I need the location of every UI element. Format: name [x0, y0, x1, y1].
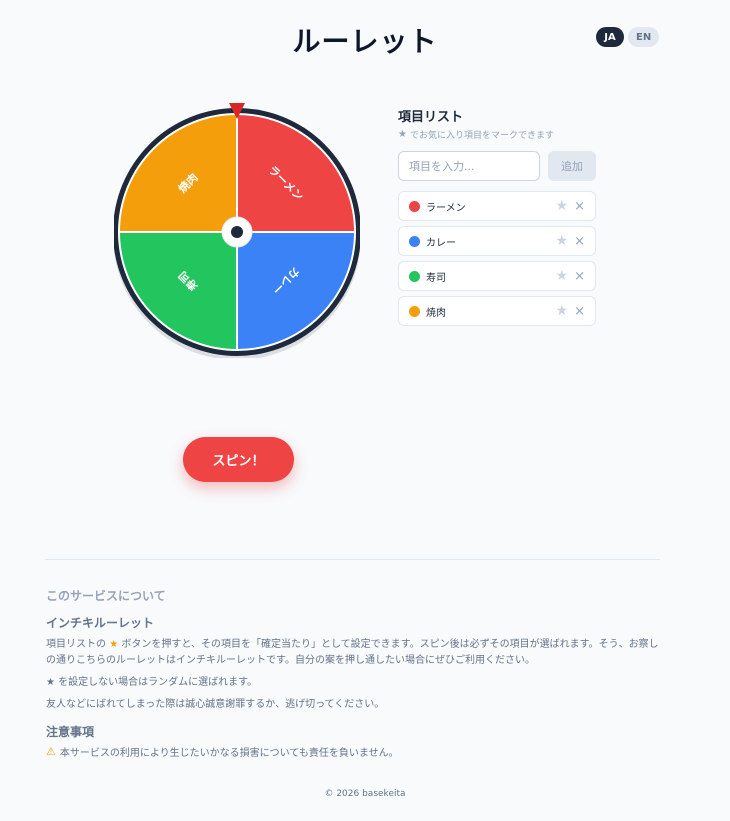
wheel-hub-center: [231, 226, 243, 238]
warning-icon: ⚠: [46, 745, 56, 758]
wheel-segment: [117, 112, 238, 233]
roulette-wheel[interactable]: ラーメン カレー 寿司 焼肉: [114, 102, 360, 358]
favorite-star-icon[interactable]: ★: [556, 233, 569, 249]
items-panel: 項目リスト ★ でお気に入り項目をマークできます 追加 ラーメン★×カレー★×寿…: [398, 106, 598, 326]
about-section: このサービスについて インチキルーレット 項目リストの ★ ボタンを押すと、その…: [46, 587, 666, 759]
notice-heading: 注意事項: [46, 725, 95, 739]
item-row[interactable]: 寿司 ★ ×: [398, 261, 596, 291]
item-color-dot: [409, 305, 420, 317]
star-icon: ★: [46, 677, 55, 688]
item-list: ラーメン ★ × カレー ★ × 寿司 ★ × 焼肉 ★ ×: [398, 191, 598, 326]
item-input[interactable]: [398, 151, 540, 181]
star-icon: ★: [109, 639, 119, 650]
item-color-dot: [409, 235, 420, 247]
remove-item-icon[interactable]: ×: [574, 304, 585, 319]
about-paragraph-1: 項目リストの ★ ボタンを押すと、その項目を「確定当たり」として設定できます。ス…: [46, 637, 666, 669]
favorite-star-icon[interactable]: ★: [556, 303, 569, 319]
wheel-segment: [236, 231, 357, 352]
notice-text-content: 本サービスの利用により生じたいかなる損害についても責任を負いません。: [59, 748, 399, 759]
about-p1-prefix: 項目リストの: [46, 639, 106, 650]
items-hint: ★ でお気に入り項目をマークできます: [398, 128, 598, 141]
remove-item-icon[interactable]: ×: [574, 199, 585, 214]
footer-copyright: © 2026 basekeita: [324, 789, 406, 799]
star-icon: ★: [398, 129, 407, 140]
about-p2-rest: を設定しない場合はランダムに選ばれます。: [58, 677, 258, 688]
item-row[interactable]: 焼肉 ★ ×: [398, 296, 596, 326]
spin-button[interactable]: スピン！: [183, 437, 294, 482]
remove-item-icon[interactable]: ×: [574, 234, 585, 249]
divider: [45, 559, 660, 560]
remove-item-icon[interactable]: ×: [574, 269, 585, 284]
item-color-dot: [409, 270, 420, 282]
item-label: カレー: [426, 237, 456, 249]
favorite-star-icon[interactable]: ★: [556, 268, 569, 284]
item-color-dot: [409, 200, 420, 212]
wheel-segment: [236, 112, 357, 233]
notice-text: ⚠ 本サービスの利用により生じたいかなる損害についても責任を負いません。: [46, 744, 666, 759]
add-item-row: 追加: [398, 151, 598, 181]
lang-en-button[interactable]: EN: [628, 27, 660, 47]
item-row[interactable]: カレー ★ ×: [398, 226, 596, 256]
about-paragraph-2: ★ を設定しない場合はランダムに選ばれます。: [46, 675, 666, 691]
items-hint-text: でお気に入り項目をマークできます: [409, 131, 554, 141]
item-label: 焼肉: [426, 307, 446, 319]
wheel-segment: [117, 231, 238, 352]
item-row[interactable]: ラーメン ★ ×: [398, 191, 596, 221]
about-paragraph-3: 友人などにばれてしまった際は誠心誠意謝罪するか、逃げ切ってください。: [46, 699, 385, 710]
language-switch: JA EN: [596, 27, 660, 47]
wheel-graphic: ラーメンカレー寿司焼肉: [114, 103, 360, 358]
lang-ja-button[interactable]: JA: [596, 27, 624, 47]
about-p1-rest: ボタンを押すと、その項目を「確定当たり」として設定できます。スピン後は必ずその項…: [46, 639, 659, 666]
items-title: 項目リスト: [398, 110, 464, 125]
item-label: ラーメン: [426, 202, 466, 214]
item-label: 寿司: [426, 272, 446, 284]
about-subheading: インチキルーレット: [46, 616, 155, 630]
about-heading: このサービスについて: [46, 589, 166, 603]
favorite-star-icon[interactable]: ★: [556, 198, 569, 214]
add-button[interactable]: 追加: [548, 151, 596, 181]
